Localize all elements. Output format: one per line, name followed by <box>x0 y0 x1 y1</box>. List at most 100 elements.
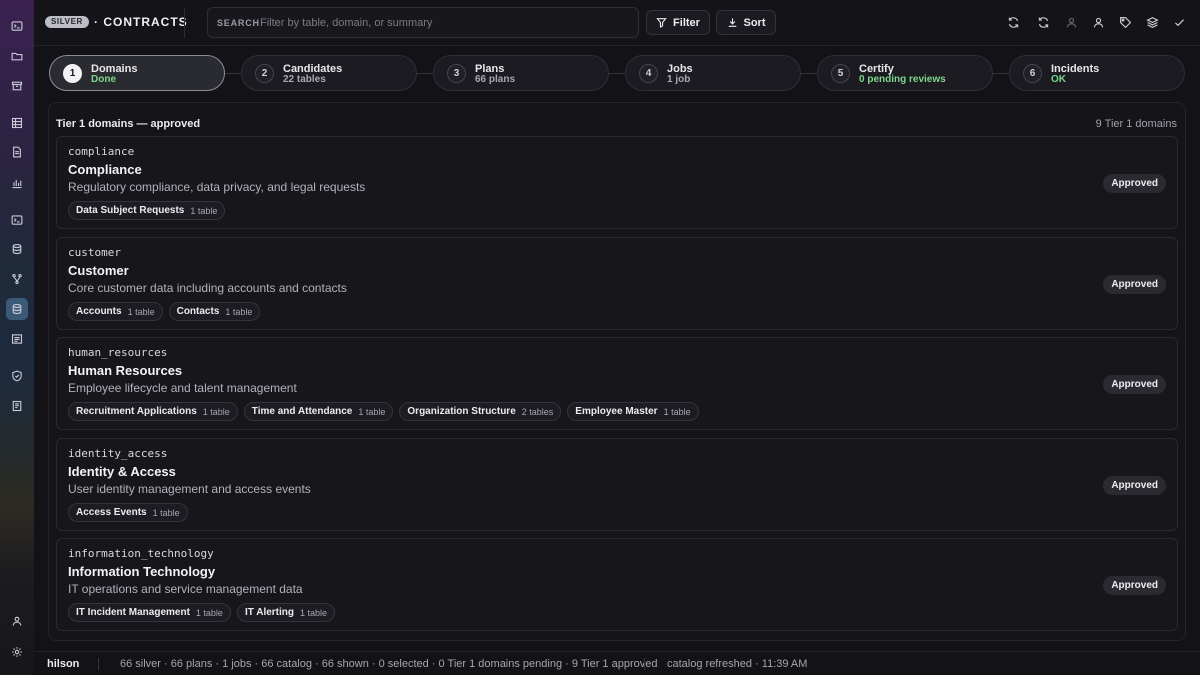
status-badge: Approved <box>1103 576 1166 595</box>
step-plans[interactable]: 3 Plans 66 plans <box>433 55 609 91</box>
grid-icon[interactable] <box>6 112 28 134</box>
step-jobs[interactable]: 4 Jobs 1 job <box>625 55 801 91</box>
step-connector <box>416 73 434 74</box>
download-icon <box>728 18 736 27</box>
gear-icon[interactable] <box>6 641 28 663</box>
tag-icon[interactable] <box>1117 14 1133 30</box>
notebook-icon[interactable] <box>6 395 28 417</box>
branch-icon[interactable] <box>6 268 28 290</box>
panel-title: Tier 1 domains — approved <box>56 118 201 130</box>
sync-icon[interactable] <box>1035 14 1051 30</box>
user-icon[interactable] <box>1090 14 1106 30</box>
domain-name: Identity & Access <box>68 464 176 479</box>
bar-chart-icon[interactable] <box>6 172 28 194</box>
database-icon[interactable] <box>6 298 28 320</box>
chip-count: 1 table <box>152 507 180 518</box>
domain-card[interactable]: compliance Compliance Regulatory complia… <box>56 136 1178 229</box>
status-badge: Approved <box>1103 476 1166 495</box>
step-candidates[interactable]: 2 Candidates 22 tables <box>241 55 417 91</box>
status-badge: Approved <box>1103 275 1166 294</box>
subdomain-chips: Accounts 1 table Contacts 1 table <box>68 302 261 321</box>
subdomain-chip[interactable]: Time and Attendance 1 table <box>243 402 394 421</box>
check-icon[interactable] <box>1171 14 1187 30</box>
domain-description: IT operations and service management dat… <box>68 582 303 596</box>
page-title: · CONTRACTS <box>94 15 188 29</box>
domain-description: User identity management and access even… <box>68 482 311 496</box>
chip-name: Organization Structure <box>407 406 516 417</box>
divider <box>184 8 185 38</box>
sort-button[interactable]: Sort <box>716 10 776 35</box>
terminal-icon[interactable] <box>6 209 28 231</box>
search-input[interactable] <box>260 15 630 31</box>
folder-icon[interactable] <box>6 45 28 67</box>
domain-description: Employee lifecycle and talent management <box>68 381 297 395</box>
domain-key: customer <box>68 246 121 259</box>
step-subtitle: 1 job <box>667 74 691 85</box>
step-subtitle: OK <box>1051 74 1066 85</box>
database-icon[interactable] <box>6 238 28 260</box>
domain-card[interactable]: information_technology Information Techn… <box>56 538 1178 631</box>
step-incidents[interactable]: 6 Incidents OK <box>1009 55 1185 91</box>
sort-label: Sort <box>743 16 766 29</box>
domain-key: information_technology <box>68 547 214 560</box>
subdomain-chip[interactable]: Accounts 1 table <box>68 302 163 321</box>
search-box[interactable]: SEARCH <box>207 7 639 38</box>
list-icon[interactable] <box>6 328 28 350</box>
status-badge: Approved <box>1103 174 1166 193</box>
step-number: 1 <box>63 64 82 83</box>
divider <box>98 658 99 670</box>
layers-icon[interactable] <box>1144 14 1160 30</box>
divider <box>644 658 645 670</box>
terminal-icon[interactable] <box>6 15 28 37</box>
user-icon[interactable] <box>6 610 28 632</box>
subdomain-chip[interactable]: IT Incident Management 1 table <box>68 603 231 622</box>
step-number: 4 <box>639 64 658 83</box>
panel-count: 9 Tier 1 domains <box>1095 118 1177 130</box>
subdomain-chips: Recruitment Applications 1 table Time an… <box>68 402 699 421</box>
archive-icon[interactable] <box>6 75 28 97</box>
subdomain-chip[interactable]: Recruitment Applications 1 table <box>68 402 238 421</box>
subdomain-chip[interactable]: Employee Master 1 table <box>567 402 699 421</box>
chip-name: IT Incident Management <box>76 607 190 618</box>
chip-count: 1 table <box>195 607 223 618</box>
subdomain-chips: Access Events 1 table <box>68 503 188 522</box>
filter-icon <box>656 18 667 28</box>
step-connector <box>224 73 242 74</box>
filter-label: Filter <box>673 16 700 29</box>
domain-name: Customer <box>68 263 129 278</box>
refresh-icon[interactable] <box>1005 14 1021 30</box>
chip-name: Time and Attendance <box>251 406 353 417</box>
step-connector <box>800 73 818 74</box>
chip-name: Contacts <box>176 306 220 317</box>
step-certify[interactable]: 5 Certify 0 pending reviews <box>817 55 993 91</box>
domains-panel: Tier 1 domains — approved 9 Tier 1 domai… <box>48 102 1186 641</box>
chip-count: 1 table <box>127 306 155 317</box>
domain-name: Human Resources <box>68 363 183 378</box>
chip-count: 2 tables <box>521 406 554 417</box>
chip-name: IT Alerting <box>244 607 295 618</box>
status-bar: hilson 66 silver · 66 plans · 1 jobs · 6… <box>34 651 1200 675</box>
step-domains[interactable]: 1 Domains Done <box>49 55 225 91</box>
chip-count: 1 table <box>663 406 691 417</box>
domain-description: Regulatory compliance, data privacy, and… <box>68 180 366 194</box>
workflow-stepper: 1 Domains Done 2 Candidates 22 tables 3 … <box>48 55 1186 92</box>
domain-card[interactable]: customer Customer Core customer data inc… <box>56 237 1178 330</box>
document-icon[interactable] <box>6 141 28 163</box>
subdomain-chip[interactable]: IT Alerting 1 table <box>236 603 336 622</box>
user-outline-icon[interactable] <box>1063 14 1079 30</box>
subdomain-chip[interactable]: Access Events 1 table <box>68 503 188 522</box>
shield-icon[interactable] <box>6 365 28 387</box>
domain-name: Information Technology <box>68 564 216 579</box>
subdomain-chip[interactable]: Contacts 1 table <box>168 302 261 321</box>
domain-card[interactable]: human_resources Human Resources Employee… <box>56 337 1178 430</box>
subdomain-chip[interactable]: Organization Structure 2 tables <box>399 402 562 421</box>
tier-badge: SILVER <box>45 16 89 28</box>
subdomain-chips: Data Subject Requests 1 table <box>68 201 226 220</box>
step-connector <box>608 73 626 74</box>
chip-count: 1 table <box>358 406 386 417</box>
step-number: 6 <box>1023 64 1042 83</box>
filter-button[interactable]: Filter <box>646 10 710 35</box>
domain-key: identity_access <box>68 447 168 460</box>
subdomain-chip[interactable]: Data Subject Requests 1 table <box>68 201 226 220</box>
domain-card[interactable]: identity_access Identity & Access User i… <box>56 438 1178 531</box>
